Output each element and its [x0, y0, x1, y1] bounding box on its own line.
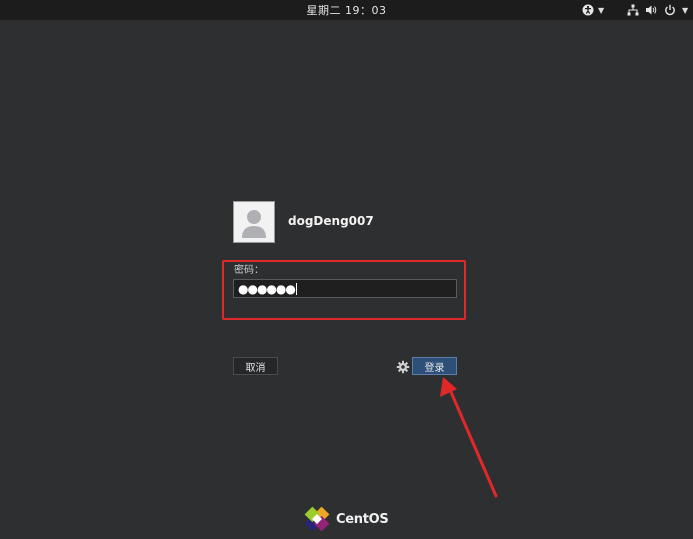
login-button[interactable]: 登录	[412, 357, 457, 375]
username: dogDeng007	[288, 214, 374, 228]
brand-name: CentOS	[336, 511, 389, 527]
accessibility-icon	[582, 4, 594, 16]
login-screen: 星期二 19：03 ▼ ▼ dogDeng007 密码： ●●●●●● 取消 登…	[0, 0, 693, 539]
avatar	[233, 201, 275, 243]
system-menu[interactable]: ▼	[627, 2, 688, 18]
gear-icon[interactable]	[396, 359, 410, 374]
centos-logo-icon	[304, 506, 330, 532]
accessibility-menu[interactable]: ▼	[582, 2, 604, 18]
cancel-button[interactable]: 取消	[233, 357, 278, 375]
power-icon	[664, 4, 676, 16]
chevron-down-icon: ▼	[598, 5, 605, 15]
chevron-down-icon: ▼	[682, 5, 689, 15]
top-bar: 星期二 19：03 ▼ ▼	[0, 0, 693, 20]
centos-logo: CentOS	[304, 506, 389, 532]
user-icon	[234, 202, 274, 242]
volume-icon	[645, 4, 658, 16]
annotation-highlight-box	[222, 260, 466, 320]
network-icon	[627, 4, 639, 16]
